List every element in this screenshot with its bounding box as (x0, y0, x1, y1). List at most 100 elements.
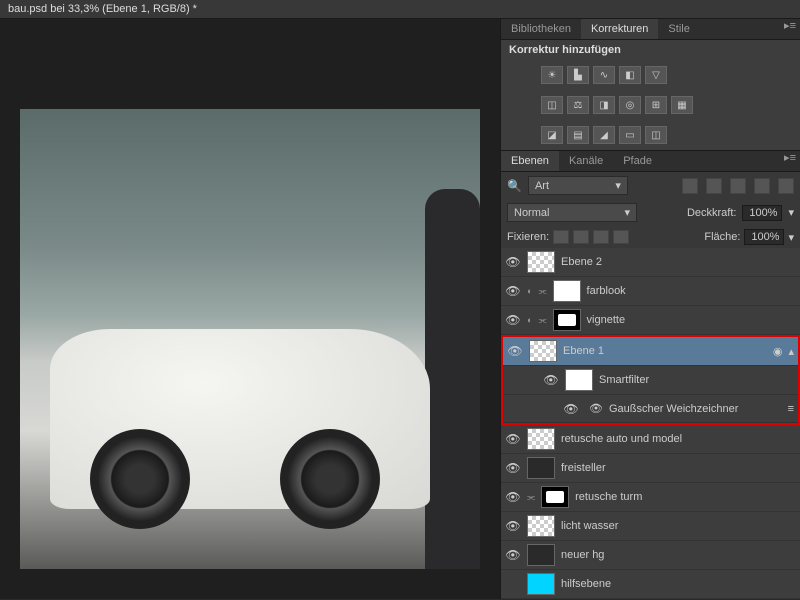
layer-row[interactable]: 👁 ⫘ retusche turm (501, 483, 800, 512)
visibility-eye-icon[interactable] (505, 576, 521, 592)
link-icon: ⫘ (538, 286, 546, 297)
levels-icon[interactable]: ▙ (567, 66, 589, 84)
link-icon: ⫘ (527, 492, 535, 503)
visibility-eye-icon[interactable]: 👁 (505, 547, 521, 563)
layer-name-label[interactable]: farblook (587, 285, 796, 297)
expand-icon[interactable]: ▴ (788, 345, 794, 358)
exposure-icon[interactable]: ◧ (619, 66, 641, 84)
vibrance-icon[interactable]: ▽ (645, 66, 667, 84)
layer-name-label[interactable]: Smartfilter (599, 374, 794, 386)
hue-icon[interactable]: ◫ (541, 96, 563, 114)
filter-pixel-icon[interactable] (682, 178, 698, 194)
dropdown-arrow-icon[interactable]: ▾ (788, 206, 794, 219)
layer-row[interactable]: 👁 retusche auto und model (501, 425, 800, 454)
visibility-eye-icon[interactable]: 👁 (505, 254, 521, 270)
threshold-icon[interactable]: ◢ (593, 126, 615, 144)
layer-thumbnail[interactable] (527, 544, 555, 566)
document-canvas[interactable] (20, 109, 480, 569)
visibility-eye-icon[interactable]: 👁 (505, 283, 521, 299)
photo-filter-icon[interactable]: ◎ (619, 96, 641, 114)
fill-input[interactable]: 100% (744, 229, 784, 245)
layer-name-label[interactable]: Ebene 2 (561, 256, 796, 268)
tab-layers[interactable]: Ebenen (501, 151, 559, 171)
tab-corrections[interactable]: Korrekturen (581, 19, 658, 39)
layer-name-label[interactable]: Gaußscher Weichzeichner (609, 403, 782, 415)
canvas-viewport[interactable] (0, 19, 500, 599)
layers-panel-menu-icon[interactable]: ▸≡ (780, 151, 800, 171)
layer-name-label[interactable]: freisteller (561, 462, 796, 474)
search-icon[interactable]: 🔍 (507, 179, 522, 193)
layer-name-label[interactable]: hilfsebene (561, 578, 796, 590)
adjustment-icons-row3: ◪ ▤ ◢ ▭ ◫ (501, 120, 800, 150)
visibility-eye-icon[interactable]: 👁 (507, 343, 523, 359)
visibility-eye-icon[interactable]: 👁 (505, 460, 521, 476)
layer-name-label[interactable]: licht wasser (561, 520, 796, 532)
gradient-map-icon[interactable]: ▭ (619, 126, 641, 144)
right-panels: Bibliotheken Korrekturen Stile ▸≡ Korrek… (500, 19, 800, 599)
adjustment-icon: ◐ (527, 286, 532, 296)
filter-options-icon[interactable]: ≡ (788, 403, 794, 415)
lock-transparent-icon[interactable] (553, 230, 569, 244)
visibility-eye-icon[interactable]: 👁 (543, 372, 559, 388)
layer-row[interactable]: 👁Ebene 1◉▴ (503, 337, 798, 366)
lock-all-icon[interactable] (613, 230, 629, 244)
curves-icon[interactable]: ∿ (593, 66, 615, 84)
layer-row[interactable]: 👁 👁 Gaußscher Weichzeichner ≡ (503, 395, 798, 423)
visibility-eye-icon[interactable]: 👁 (505, 518, 521, 534)
layer-thumbnail[interactable] (527, 515, 555, 537)
visibility-eye-icon[interactable]: 👁 (505, 312, 521, 328)
tab-libraries[interactable]: Bibliotheken (501, 19, 581, 39)
layer-thumbnail[interactable] (553, 280, 581, 302)
visibility-eye-icon[interactable]: 👁 (505, 489, 521, 505)
layer-thumbnail[interactable] (527, 573, 555, 595)
opacity-label: Deckkraft: (687, 207, 737, 219)
layer-thumbnail[interactable] (565, 369, 593, 391)
filter-type-icon[interactable] (730, 178, 746, 194)
adjustment-icons-row2: ◫ ⚖ ◨ ◎ ⊞ ▦ (501, 90, 800, 120)
layer-thumbnail[interactable] (529, 340, 557, 362)
tab-channels[interactable]: Kanäle (559, 151, 613, 171)
filter-eye-icon[interactable]: 👁 (589, 402, 603, 415)
layer-row[interactable]: 👁 Smartfilter (503, 366, 798, 395)
channel-mixer-icon[interactable]: ⊞ (645, 96, 667, 114)
posterize-icon[interactable]: ▤ (567, 126, 589, 144)
layer-name-label[interactable]: neuer hg (561, 549, 796, 561)
layer-thumbnail[interactable] (527, 251, 555, 273)
blend-mode-dropdown[interactable]: Normal (507, 203, 637, 222)
layer-name-label[interactable]: Ebene 1 (563, 345, 767, 357)
layer-row[interactable]: hilfsebene (501, 570, 800, 599)
layer-row[interactable]: 👁 freisteller (501, 454, 800, 483)
lock-position-icon[interactable] (593, 230, 609, 244)
layer-row[interactable]: 👁 ◐ ⫘ farblook (501, 277, 800, 306)
layer-thumbnail[interactable] (527, 428, 555, 450)
filter-smart-icon[interactable] (778, 178, 794, 194)
layer-name-label[interactable]: vignette (587, 314, 796, 326)
filter-adjust-icon[interactable] (706, 178, 722, 194)
filter-shape-icon[interactable] (754, 178, 770, 194)
invert-icon[interactable]: ◪ (541, 126, 563, 144)
layer-thumbnail[interactable] (541, 486, 569, 508)
bw-icon[interactable]: ◨ (593, 96, 615, 114)
layer-row[interactable]: 👁 neuer hg (501, 541, 800, 570)
visibility-eye-icon[interactable]: 👁 (563, 401, 579, 417)
layer-thumbnail[interactable] (553, 309, 581, 331)
panel-menu-icon[interactable]: ▸≡ (780, 19, 800, 39)
dropdown-arrow-icon[interactable]: ▾ (788, 231, 794, 244)
layer-name-label[interactable]: retusche turm (575, 491, 796, 503)
visibility-eye-icon[interactable]: 👁 (505, 431, 521, 447)
brightness-icon[interactable]: ☀ (541, 66, 563, 84)
layer-row[interactable]: 👁 licht wasser (501, 512, 800, 541)
layer-row[interactable]: 👁◐⫘vignette (501, 306, 800, 335)
layer-name-label[interactable]: retusche auto und model (561, 433, 796, 445)
layer-row[interactable]: 👁 Ebene 2 (501, 248, 800, 277)
tab-paths[interactable]: Pfade (613, 151, 662, 171)
selective-icon[interactable]: ◫ (645, 126, 667, 144)
layer-filter-kind-dropdown[interactable]: Art (528, 176, 628, 195)
tab-styles[interactable]: Stile (658, 19, 699, 39)
lut-icon[interactable]: ▦ (671, 96, 693, 114)
layer-thumbnail[interactable] (527, 457, 555, 479)
lock-pixels-icon[interactable] (573, 230, 589, 244)
opacity-input[interactable]: 100% (742, 205, 782, 221)
lock-label: Fixieren: (507, 231, 549, 243)
balance-icon[interactable]: ⚖ (567, 96, 589, 114)
